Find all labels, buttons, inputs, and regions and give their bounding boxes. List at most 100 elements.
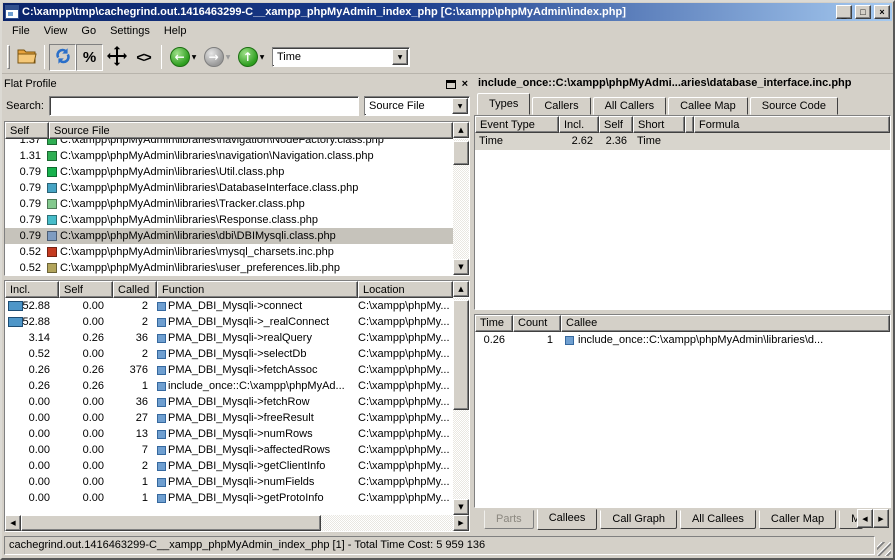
dock-close-icon[interactable]: × — [462, 79, 468, 90]
function-called-value: 2 — [113, 298, 157, 314]
maximize-button[interactable]: □ — [855, 5, 871, 19]
column-header-source-file[interactable]: Source File — [49, 122, 453, 139]
scroll-right-button[interactable]: ▶ — [453, 515, 469, 531]
column-header-count[interactable]: Count — [513, 315, 561, 332]
expand-collapse-button[interactable]: <> — [130, 44, 157, 71]
function-incl-value: 0.00 — [5, 458, 59, 474]
file-table-vscrollbar[interactable]: ▼ — [453, 139, 469, 275]
tab-callee-map[interactable]: Callee Map — [668, 97, 748, 115]
vscroll-thumb[interactable] — [453, 300, 469, 410]
source-file-row[interactable]: 1.31C:\xampp\phpMyAdmin\libraries\naviga… — [5, 148, 453, 164]
function-row[interactable]: 0.000.002PMA_DBI_Mysqli->getClientInfoC:… — [5, 458, 453, 474]
function-called-value: 2 — [113, 458, 157, 474]
function-row[interactable]: 52.880.002PMA_DBI_Mysqli->_realConnectC:… — [5, 314, 453, 330]
function-row[interactable]: 0.000.0036PMA_DBI_Mysqli->fetchRowC:\xam… — [5, 394, 453, 410]
function-row[interactable]: 0.000.0027PMA_DBI_Mysqli->freeResultC:\x… — [5, 410, 453, 426]
tab-call-graph[interactable]: Call Graph — [600, 510, 677, 529]
function-row[interactable]: 0.260.26376PMA_DBI_Mysqli->fetchAssocC:\… — [5, 362, 453, 378]
toolbar-handle[interactable] — [7, 45, 10, 69]
tab-parts[interactable]: Parts — [484, 510, 534, 529]
scroll-down-button[interactable]: ▼ — [453, 499, 469, 515]
source-file-row[interactable]: 0.79C:\xampp\phpMyAdmin\libraries\Respon… — [5, 212, 453, 228]
column-header-short[interactable]: Short — [633, 116, 685, 133]
cycle-detection-button[interactable] — [49, 44, 76, 71]
function-row[interactable]: 0.000.007PMA_DBI_Mysqli->affectedRowsC:\… — [5, 442, 453, 458]
source-file-row[interactable]: 0.79C:\xampp\phpMyAdmin\libraries\dbi\DB… — [5, 228, 453, 244]
tab-caller-map[interactable]: Caller Map — [759, 510, 836, 529]
function-row[interactable]: 0.000.0013PMA_DBI_Mysqli->numRowsC:\xamp… — [5, 426, 453, 442]
tab-callers[interactable]: Callers — [532, 97, 590, 115]
percent-relative-button[interactable]: % — [76, 44, 103, 71]
source-file-row[interactable]: 0.52C:\xampp\phpMyAdmin\libraries\user_p… — [5, 260, 453, 275]
maximize-icon: □ — [860, 8, 865, 17]
scroll-left-button[interactable]: ◀ — [5, 515, 21, 531]
search-input[interactable] — [49, 96, 359, 116]
function-row[interactable]: 0.000.001PMA_DBI_Mysqli->getProtoInfoC:\… — [5, 490, 453, 506]
scroll-up-button[interactable]: ▲ — [453, 122, 469, 138]
tab-all-callers[interactable]: All Callers — [593, 97, 667, 115]
tab-scroll-left-button[interactable]: ◀ — [857, 509, 873, 528]
menu-view[interactable]: View — [37, 23, 75, 39]
source-file-row[interactable]: 0.79C:\xampp\phpMyAdmin\libraries\Databa… — [5, 180, 453, 196]
group-combobox[interactable]: Source File ▼ — [364, 96, 470, 116]
column-header-spacer[interactable] — [685, 116, 694, 133]
up-button[interactable]: ↑ ▼ — [234, 44, 268, 71]
column-header-location[interactable]: Location — [358, 281, 453, 298]
vscroll-thumb[interactable] — [453, 141, 469, 165]
function-row[interactable]: 0.260.261include_once::C:\xampp\phpMyAd.… — [5, 378, 453, 394]
source-file-row[interactable]: 0.79C:\xampp\phpMyAdmin\libraries\Util.c… — [5, 164, 453, 180]
forward-button[interactable]: → ▼ — [200, 44, 234, 71]
scroll-up-button[interactable]: ▲ — [453, 281, 469, 297]
function-called-value: 2 — [113, 346, 157, 362]
event-type-combobox-arrow[interactable]: ▼ — [392, 49, 408, 65]
open-file-button[interactable] — [13, 44, 40, 71]
column-header-function[interactable]: Function — [157, 281, 358, 298]
tab-types[interactable]: Types — [477, 93, 530, 115]
column-header-self[interactable]: Self — [5, 122, 49, 139]
scroll-down-button[interactable]: ▼ — [453, 259, 469, 275]
title-bar[interactable]: C:\xampp\tmp\cachegrind.out.1416463299-C… — [3, 3, 892, 21]
menu-file[interactable]: File — [5, 23, 37, 39]
column-header-event-type[interactable]: Event Type — [475, 116, 559, 133]
minimize-button[interactable]: _ — [836, 5, 852, 19]
column-header-called[interactable]: Called — [113, 281, 157, 298]
tab-source-code[interactable]: Source Code — [750, 97, 838, 115]
menu-help[interactable]: Help — [157, 23, 194, 39]
function-row[interactable]: 52.880.002PMA_DBI_Mysqli->connectC:\xamp… — [5, 298, 453, 314]
column-header-self[interactable]: Self — [59, 281, 113, 298]
column-header-formula[interactable]: Formula — [694, 116, 890, 133]
dock-title-bar[interactable]: Flat Profile × — [4, 76, 470, 92]
function-table: Incl.SelfCalledFunctionLocation▲ 52.880.… — [4, 280, 470, 532]
menu-go[interactable]: Go — [74, 23, 103, 39]
dock-float-icon[interactable] — [446, 80, 456, 89]
tab-all-callees[interactable]: All Callees — [680, 510, 756, 529]
tab-scroll-right-button[interactable]: ▶ — [873, 509, 889, 528]
move-button[interactable] — [103, 44, 130, 71]
close-button[interactable]: × — [874, 5, 890, 19]
event-type-row[interactable]: Time2.622.36Time — [475, 133, 890, 150]
resize-grip-icon[interactable] — [877, 542, 891, 556]
back-button[interactable]: ← ▼ — [166, 44, 200, 71]
column-header-callee[interactable]: Callee — [561, 315, 890, 332]
event-type-combobox[interactable]: Time ▼ — [272, 47, 410, 67]
callee-row[interactable]: 0.261include_once::C:\xampp\phpMyAdmin\l… — [475, 332, 890, 349]
column-header-time[interactable]: Time — [475, 315, 513, 332]
function-row[interactable]: 0.000.001PMA_DBI_Mysqli->numFieldsC:\xam… — [5, 474, 453, 490]
source-file-row[interactable]: 0.79C:\xampp\phpMyAdmin\libraries\Tracke… — [5, 196, 453, 212]
tab-callees[interactable]: Callees — [537, 509, 598, 530]
function-row[interactable]: 0.520.002PMA_DBI_Mysqli->selectDbC:\xamp… — [5, 346, 453, 362]
column-header-self[interactable]: Self — [599, 116, 633, 133]
hscroll-thumb[interactable] — [21, 515, 321, 531]
function-row[interactable]: 3.140.2636PMA_DBI_Mysqli->realQueryC:\xa… — [5, 330, 453, 346]
menu-settings[interactable]: Settings — [103, 23, 157, 39]
move-arrows-icon — [107, 46, 127, 69]
file-type-icon — [47, 247, 57, 257]
source-file-row[interactable]: 0.52C:\xampp\phpMyAdmin\libraries\mysql_… — [5, 244, 453, 260]
column-header-incl[interactable]: Incl. — [559, 116, 599, 133]
group-combobox-arrow[interactable]: ▼ — [452, 98, 468, 114]
column-header-incl[interactable]: Incl. — [5, 281, 59, 298]
function-table-vscrollbar[interactable]: ▼ — [453, 298, 469, 515]
tab-scroll-buttons: ◀ ▶ — [857, 509, 889, 528]
function-table-hscrollbar[interactable]: ◀ ▶ — [5, 515, 469, 531]
source-file-row[interactable]: 1.37C:\xampp\phpMyAdmin\libraries\naviga… — [5, 139, 453, 148]
